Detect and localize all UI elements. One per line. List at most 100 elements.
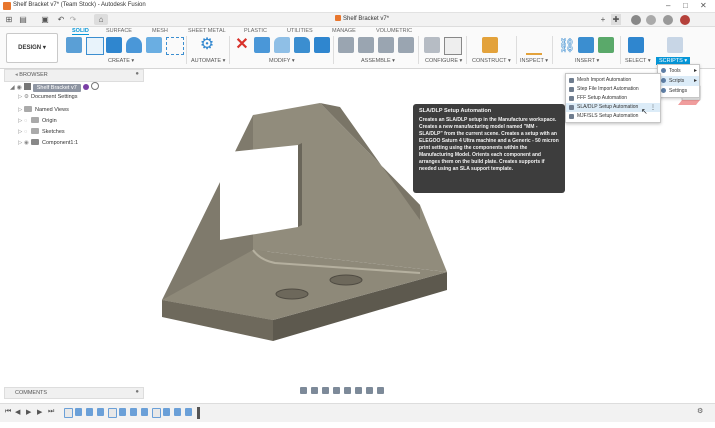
browser-panel-header[interactable]: ◂ BROWSER ● xyxy=(4,69,144,82)
timeline-feature[interactable] xyxy=(75,408,82,416)
modify-menu[interactable]: MODIFY ▾ xyxy=(269,58,295,64)
save-icon[interactable]: ▣ xyxy=(40,14,50,25)
measure-icon[interactable] xyxy=(526,37,542,55)
user-avatar[interactable] xyxy=(680,15,690,25)
select-icon[interactable] xyxy=(628,37,644,53)
timeline-feature[interactable] xyxy=(174,408,181,416)
timeline-marker[interactable] xyxy=(197,407,200,419)
undo-icon[interactable]: ↶ xyxy=(56,14,66,25)
create-sketch-icon[interactable] xyxy=(86,37,104,55)
minimize-button[interactable]: – xyxy=(666,1,670,11)
automate-icon[interactable]: ⚙ xyxy=(199,37,215,53)
timeline-settings-icon[interactable]: ⚙ xyxy=(697,407,703,415)
new-tab-icon[interactable]: + xyxy=(598,14,608,25)
timeline-feature[interactable] xyxy=(97,408,104,416)
step-back-icon[interactable]: ◀ xyxy=(15,408,20,416)
browser-item[interactable]: ▷ Named Views xyxy=(18,106,69,115)
select-menu[interactable]: SELECT ▾ xyxy=(625,58,651,64)
browser-item[interactable]: ▷ ◌ Sketches xyxy=(18,128,65,137)
workspace-switcher[interactable]: DESIGN ▾ xyxy=(6,33,58,63)
configure-table-icon[interactable] xyxy=(444,37,462,55)
browser-item[interactable]: ▷ ◉ Component1:1 xyxy=(18,139,78,148)
rigid-group-icon[interactable] xyxy=(398,37,414,53)
notifications-icon[interactable] xyxy=(646,15,656,25)
tab-manage[interactable]: MANAGE xyxy=(332,28,356,34)
chamfer-icon[interactable] xyxy=(294,37,310,53)
timeline-feature-sketch[interactable] xyxy=(64,408,73,418)
tab-sheet-metal[interactable]: SHEET METAL xyxy=(188,28,226,34)
step-forward-icon[interactable]: ▶ xyxy=(37,408,42,416)
grid-settings-icon[interactable] xyxy=(365,387,373,394)
scripts-icon[interactable] xyxy=(667,37,683,53)
collapse-icon[interactable]: ◢ xyxy=(10,85,15,91)
more-options-icon[interactable]: ⋮ xyxy=(650,104,656,111)
inspect-menu[interactable]: INSPECT ▾ xyxy=(520,58,548,64)
visibility-icon[interactable]: ◌ xyxy=(24,118,31,124)
tab-utilities[interactable]: UTILITIES xyxy=(287,28,313,34)
close-button[interactable]: ✕ xyxy=(700,1,707,11)
comments-panel-header[interactable]: COMMENTS ● xyxy=(4,387,144,399)
insert-derive-icon[interactable]: ⛓ xyxy=(558,37,576,53)
automate-menu[interactable]: AUTOMATE ▾ xyxy=(191,58,225,64)
create-menu[interactable]: CREATE ▾ xyxy=(108,58,134,64)
insert-image-icon[interactable] xyxy=(598,37,614,53)
play-icon[interactable]: ▶ xyxy=(26,408,31,416)
as-built-joint-icon[interactable] xyxy=(358,37,374,53)
viewports-icon[interactable] xyxy=(376,387,384,394)
display-settings-icon[interactable] xyxy=(354,387,362,394)
visibility-icon[interactable]: ◉ xyxy=(17,85,22,91)
timeline-feature[interactable] xyxy=(163,408,170,416)
go-to-end-icon[interactable]: ⏭ xyxy=(48,408,54,416)
browser-root[interactable]: ◢ ◉ Shelf Bracket v7 xyxy=(10,82,99,92)
redo-icon[interactable]: ↷ xyxy=(68,14,78,25)
timeline-feature[interactable] xyxy=(130,408,137,416)
timeline-feature-sketch[interactable] xyxy=(152,408,161,418)
timeline-feature-sketch[interactable] xyxy=(108,408,117,418)
maximize-button[interactable]: □ xyxy=(683,1,688,11)
joint-origin-icon[interactable] xyxy=(378,37,394,53)
file-icon[interactable]: ▤ xyxy=(18,14,28,25)
assemble-menu[interactable]: ASSEMBLE ▾ xyxy=(361,58,395,64)
revolve-icon[interactable] xyxy=(126,37,142,53)
job-status-icon[interactable] xyxy=(631,15,641,25)
pan-icon[interactable] xyxy=(321,387,329,394)
visibility-icon[interactable]: ◌ xyxy=(24,129,31,135)
pin-icon[interactable]: ● xyxy=(135,71,139,77)
hole-icon[interactable] xyxy=(146,37,162,53)
fillet-icon[interactable] xyxy=(274,37,290,53)
new-component-icon[interactable] xyxy=(66,37,82,53)
tab-solid[interactable]: SOLID xyxy=(72,28,89,35)
tab-mesh[interactable]: MESH xyxy=(152,28,168,34)
plane-icon[interactable] xyxy=(482,37,498,53)
submenu-item-settings[interactable]: Settings xyxy=(658,86,699,96)
activate-icon[interactable] xyxy=(90,82,99,90)
fit-icon[interactable] xyxy=(343,387,351,394)
insert-mesh-icon[interactable] xyxy=(578,37,594,53)
look-at-icon[interactable] xyxy=(310,387,318,394)
delete-icon[interactable]: ✕ xyxy=(234,37,250,53)
go-to-start-icon[interactable]: ⏮ xyxy=(5,408,11,416)
timeline-feature[interactable] xyxy=(141,408,148,416)
submenu-item-tools[interactable]: Tools ▸ xyxy=(658,66,699,76)
orbit-icon[interactable] xyxy=(300,387,307,394)
app-grid-icon[interactable]: ⊞ xyxy=(4,14,14,25)
menu-item-mesh-import[interactable]: Mesh Import Automation xyxy=(566,76,660,85)
tab-plastic[interactable]: PLASTIC xyxy=(244,28,267,34)
construct-menu[interactable]: CONSTRUCT ▾ xyxy=(472,58,511,64)
visibility-icon[interactable]: ◉ xyxy=(24,140,31,146)
help-icon[interactable] xyxy=(663,15,673,25)
browser-item[interactable]: ▷ ◌ Origin xyxy=(18,117,57,126)
timeline-feature[interactable] xyxy=(119,408,126,416)
submenu-item-scripts[interactable]: Scripts ▸ xyxy=(658,76,699,86)
zoom-icon[interactable] xyxy=(332,387,340,394)
tab-volumetric[interactable]: VOLUMETRIC xyxy=(376,28,412,34)
configure-menu[interactable]: CONFIGURE ▾ xyxy=(425,58,462,64)
timeline-feature[interactable] xyxy=(185,408,192,416)
extension-icon[interactable]: ✚ xyxy=(611,14,621,25)
pin-icon[interactable]: ● xyxy=(135,389,139,395)
document-tab[interactable]: Shelf Bracket v7* xyxy=(335,15,389,22)
timeline-feature[interactable] xyxy=(86,408,93,416)
move-icon[interactable] xyxy=(166,37,184,55)
tab-surface[interactable]: SURFACE xyxy=(106,28,132,34)
browser-item[interactable]: ▷ ⚙ Document Settings xyxy=(18,94,77,103)
